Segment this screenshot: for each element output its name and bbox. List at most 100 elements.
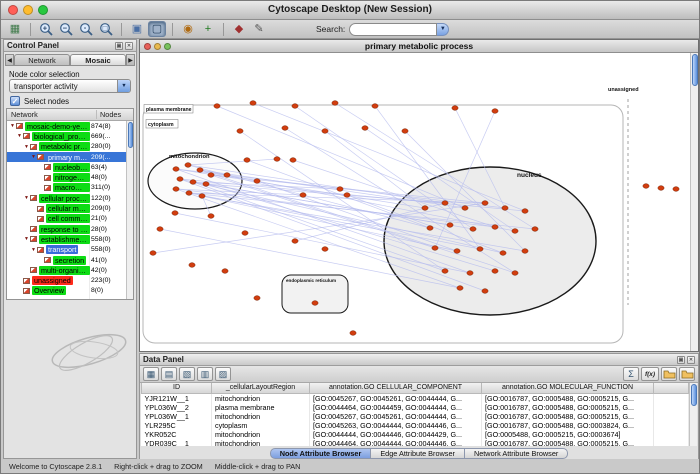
- table-scrollbar[interactable]: [689, 383, 697, 446]
- annotation-icon[interactable]: ✎: [250, 21, 268, 37]
- float-panel-icon[interactable]: ▣: [677, 356, 685, 364]
- network-node[interactable]: [274, 157, 280, 162]
- expand-arrow-icon[interactable]: ▼: [30, 247, 37, 253]
- network-node[interactable]: [250, 101, 256, 106]
- tab-scroll-right-icon[interactable]: ▶: [126, 54, 135, 66]
- network-node[interactable]: [197, 168, 203, 173]
- tree-item[interactable]: ▼transport558(0): [7, 245, 126, 255]
- network-node[interactable]: [442, 201, 448, 206]
- network-node[interactable]: [658, 186, 664, 191]
- close-window-button[interactable]: [8, 5, 18, 15]
- network-node[interactable]: [312, 301, 318, 306]
- expand-arrow-icon[interactable]: ▼: [23, 195, 30, 201]
- expand-arrow-icon[interactable]: ▼: [9, 123, 16, 129]
- table-cell[interactable]: [GO:0045267, GO:0045261, GO:0044444, G..…: [310, 412, 482, 421]
- network-node[interactable]: [208, 214, 214, 219]
- tree-item[interactable]: cell communica...21(0): [7, 214, 126, 224]
- table-cell[interactable]: mitochondrion: [212, 430, 310, 439]
- network-node[interactable]: [282, 126, 288, 131]
- column-settings-icon[interactable]: ▥: [197, 367, 213, 381]
- tree-item[interactable]: macromolecule...311(0): [7, 183, 126, 193]
- network-scrollbar-thumb[interactable]: [692, 54, 698, 86]
- network-node[interactable]: [477, 247, 483, 252]
- select-mode-icon[interactable]: ▢: [148, 21, 166, 37]
- search-dropdown-arrow[interactable]: ▼: [437, 23, 449, 36]
- network-node[interactable]: [492, 269, 498, 274]
- tree-item[interactable]: Overview8(0): [7, 286, 126, 296]
- network-node[interactable]: [500, 251, 506, 256]
- network-node[interactable]: [337, 187, 343, 192]
- network-node[interactable]: [512, 229, 518, 234]
- network-node[interactable]: [427, 226, 433, 231]
- network-node[interactable]: [224, 173, 230, 178]
- create-attribute-icon[interactable]: ▤: [161, 367, 177, 381]
- network-node[interactable]: [447, 223, 453, 228]
- network-scrollbar[interactable]: [690, 53, 698, 351]
- tab-node-attribute-browser[interactable]: Node Attribute Browser: [270, 448, 372, 459]
- table-row[interactable]: YPL036W__2plasma membrane[GO:0044464, GO…: [142, 403, 689, 412]
- table-cell[interactable]: mitochondrion: [212, 412, 310, 421]
- network-node[interactable]: [482, 201, 488, 206]
- network-canvas[interactable]: plasma membranecytoplasmmitochondrionnuc…: [140, 53, 691, 351]
- close-panel-icon[interactable]: ✕: [687, 356, 695, 364]
- vizmapper-icon[interactable]: ◆: [230, 21, 248, 37]
- expand-arrow-icon[interactable]: ▼: [16, 133, 23, 139]
- sum-function-icon[interactable]: Σ: [623, 367, 639, 381]
- table-cell[interactable]: YLR295C: [142, 421, 212, 430]
- table-scrollbar-thumb[interactable]: [691, 384, 697, 406]
- table-cell[interactable]: YDR039C__1: [142, 439, 212, 447]
- network-node[interactable]: [322, 129, 328, 134]
- table-row[interactable]: YJR121W__1mitochondrion[GO:0045267, GO:0…: [142, 393, 689, 403]
- tree-item[interactable]: nucleobase...63(4): [7, 162, 126, 172]
- tree-item[interactable]: response to stimul...28(0): [7, 224, 126, 234]
- tree-item[interactable]: multi-organism pro...42(0): [7, 265, 126, 275]
- network-node[interactable]: [189, 263, 195, 268]
- table-cell[interactable]: [GO:0016787, GO:0005488, GO:0003824, G..…: [482, 421, 654, 430]
- table-cell[interactable]: [GO:0045263, GO:0044444, GO:0044446, G..…: [310, 421, 482, 430]
- network-node[interactable]: [362, 126, 368, 131]
- zoom-selected-icon[interactable]: ▫: [77, 21, 95, 37]
- table-cell[interactable]: [GO:0044444, GO:0044446, GO:0044429, G..…: [310, 430, 482, 439]
- network-node[interactable]: [150, 251, 156, 256]
- tree-item[interactable]: ▼biological_process669(...: [7, 131, 126, 141]
- network-node[interactable]: [492, 109, 498, 114]
- table-row[interactable]: YDR039C__1mitochondrion[GO:0044464, GO:0…: [142, 439, 689, 447]
- import-attr-icon[interactable]: [679, 367, 695, 381]
- tree-scrollbar[interactable]: [126, 121, 133, 299]
- first-neighbors-icon[interactable]: ◉: [179, 21, 197, 37]
- select-attributes-icon[interactable]: ▦: [143, 367, 159, 381]
- snapshot-icon[interactable]: ▣: [128, 21, 146, 37]
- open-attr-file-icon[interactable]: [661, 367, 677, 381]
- zoom-window-button[interactable]: [38, 5, 48, 15]
- network-node[interactable]: [214, 104, 220, 109]
- expand-arrow-icon[interactable]: ▼: [23, 236, 30, 242]
- network-node[interactable]: [186, 191, 192, 196]
- function-builder-icon[interactable]: f(x): [641, 367, 659, 381]
- column-header[interactable]: annotation.GO MOLECULAR_FUNCTION: [482, 383, 654, 393]
- table-cell[interactable]: plasma membrane: [212, 403, 310, 412]
- tree-item[interactable]: cellular metabo...209(0): [7, 203, 126, 213]
- tree-item[interactable]: ▼mosaic-demo-yeast874(8): [7, 121, 126, 131]
- network-node[interactable]: [532, 227, 538, 232]
- column-header[interactable]: annotation.GO CELLULAR_COMPONENT: [310, 383, 482, 393]
- table-cell[interactable]: mitochondrion: [212, 393, 310, 403]
- network-node[interactable]: [372, 104, 378, 109]
- frame-minimize-button[interactable]: [154, 43, 161, 50]
- table-row[interactable]: YLR295Ccytoplasm[GO:0045263, GO:0044444,…: [142, 421, 689, 430]
- network-node[interactable]: [442, 269, 448, 274]
- float-panel-icon[interactable]: ▣: [115, 42, 123, 50]
- network-node[interactable]: [643, 184, 649, 189]
- expand-arrow-icon[interactable]: ▼: [23, 144, 30, 150]
- table-cell[interactable]: [GO:0016787, GO:0005488, GO:0005215, G..…: [482, 439, 654, 447]
- table-cell[interactable]: YPL036W__1: [142, 412, 212, 421]
- network-node[interactable]: [244, 158, 250, 163]
- network-node[interactable]: [492, 225, 498, 230]
- network-node[interactable]: [522, 249, 528, 254]
- network-node[interactable]: [157, 227, 163, 232]
- table-cell[interactable]: YKR052C: [142, 430, 212, 439]
- tree-item[interactable]: ▼establishment of lo...558(0): [7, 234, 126, 244]
- network-window-titlebar[interactable]: primary metabolic process: [140, 40, 698, 53]
- select-nodes-checkbox[interactable]: ✓ Select nodes: [10, 96, 69, 106]
- column-header[interactable]: ID: [142, 383, 212, 393]
- network-node[interactable]: [190, 180, 196, 185]
